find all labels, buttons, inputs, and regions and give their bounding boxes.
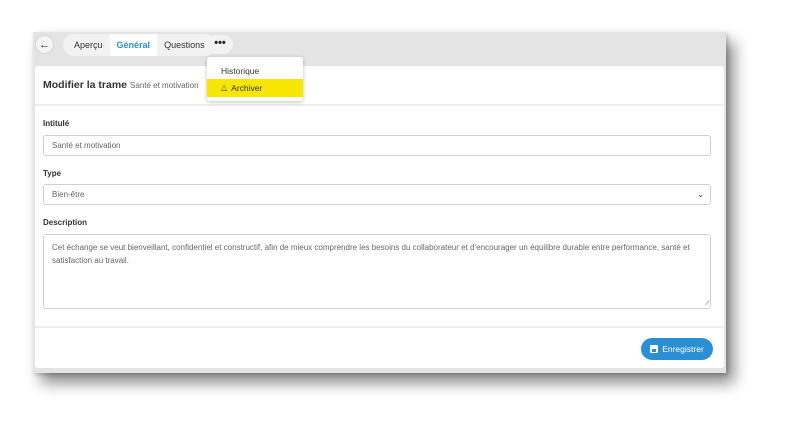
resize-handle-icon[interactable]: ∕∕: [707, 300, 709, 307]
tab-general[interactable]: Général: [109, 34, 158, 56]
intitule-value: Santé et motivation: [52, 141, 121, 150]
footer-divider: [35, 326, 724, 328]
tab-questions[interactable]: Questions: [157, 34, 212, 56]
menu-item-archiver[interactable]: △ Archiver: [207, 79, 303, 97]
type-label: Type: [43, 169, 62, 178]
menu-item-historique[interactable]: Historique: [207, 62, 303, 80]
flask-icon: △: [221, 83, 228, 92]
edit-card: Modifier la trame Santé et motivation In…: [35, 66, 724, 368]
save-label: Enregistrer: [662, 344, 704, 354]
save-button[interactable]: Enregistrer: [641, 338, 713, 360]
description-label: Description: [43, 218, 88, 227]
page-title: Modifier la trame: [43, 79, 128, 91]
tab-apercu[interactable]: Aperçu: [67, 34, 110, 56]
ellipsis-icon: •••: [214, 37, 226, 49]
intitule-label: Intitulé: [43, 119, 70, 128]
more-options-menu: Historique △ Archiver: [207, 57, 303, 101]
description-value: Cet échange se veut bienveillant, confid…: [52, 243, 690, 265]
more-options-button[interactable]: •••: [207, 35, 233, 54]
type-select[interactable]: Bien-être ⌄: [43, 184, 711, 205]
type-value: Bien-être: [52, 190, 85, 199]
intitule-input[interactable]: Santé et motivation: [43, 135, 711, 156]
archiver-label: Archiver: [231, 83, 263, 93]
chevron-down-icon: ⌄: [697, 190, 704, 199]
back-button[interactable]: ←: [35, 35, 54, 54]
floppy-disk-icon: [650, 345, 659, 353]
page-subtitle: Santé et motivation: [130, 80, 199, 90]
description-textarea[interactable]: Cet échange se veut bienveillant, confid…: [43, 234, 711, 309]
arrow-left-icon: ←: [39, 38, 50, 51]
card-header: Modifier la trame Santé et motivation: [35, 66, 724, 106]
app-window: ← Aperçu Général Questions ••• Modifier …: [33, 32, 726, 373]
tab-bar: Aperçu Général Questions: [63, 34, 216, 56]
